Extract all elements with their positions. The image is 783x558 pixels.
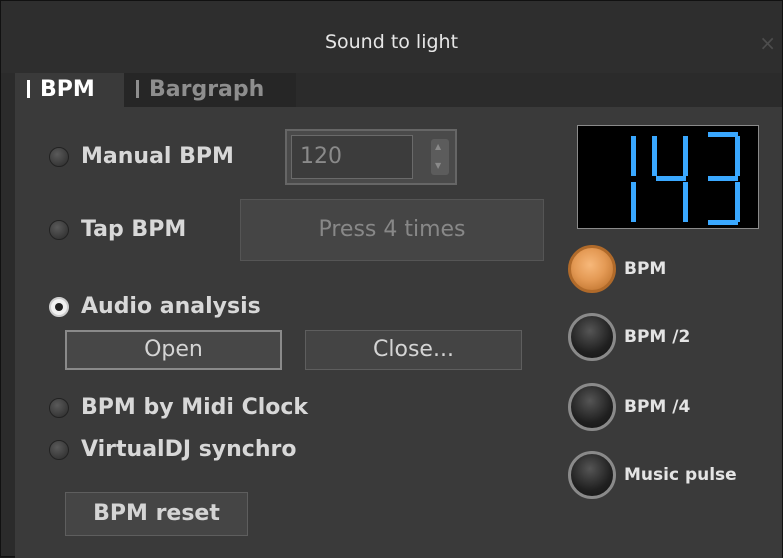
bpm-display [577,125,759,229]
tab-bar: BPM Bargraph [15,73,782,107]
tab-bpm[interactable]: BPM [15,73,124,107]
tab-bargraph[interactable]: Bargraph [124,73,296,107]
display-segment [708,176,738,181]
virtualdj-label: VirtualDJ synchro [81,437,297,462]
tap-bpm-button[interactable]: Press 4 times [240,199,544,261]
open-button[interactable]: Open [65,330,282,370]
midi-clock-option[interactable]: BPM by Midi Clock [49,395,308,420]
virtualdj-option[interactable]: VirtualDJ synchro [49,437,296,462]
manual-bpm-option[interactable]: Manual BPM [49,144,234,169]
midi-clock-label: BPM by Midi Clock [81,395,309,420]
display-segment [631,182,636,222]
window-title: Sound to light [324,31,459,53]
led-bpm-2[interactable]: BPM /2 [568,313,690,361]
display-segment [683,136,688,176]
audio-analysis-radio[interactable] [49,296,69,317]
sound-to-light-window: Sound to light × BPM Bargraph Manual BPM… [0,0,783,558]
led-music-pulse-icon[interactable] [568,451,616,499]
bpm-reset-button[interactable]: BPM reset [65,492,248,536]
display-segment [631,136,636,176]
display-segment [708,132,738,137]
audio-analysis-option[interactable]: Audio analysis [49,294,261,319]
display-segment [652,136,657,176]
tab-bargraph-label: Bargraph [149,77,265,102]
tap-bpm-label: Tap BPM [81,217,187,242]
display-segment [735,182,740,222]
display-segment [735,136,740,176]
spin-arrows-icon[interactable]: ▲ ▼ [431,139,449,175]
tap-bpm-radio[interactable] [49,219,69,240]
close-icon[interactable]: × [759,31,776,55]
bpm-display-digits [631,132,740,225]
tab-marker-icon [27,80,30,98]
led-bpm-label: BPM [624,259,667,279]
manual-bpm-label: Manual BPM [81,144,234,169]
midi-clock-radio[interactable] [49,397,69,418]
virtualdj-radio[interactable] [49,439,69,460]
bpm-panel: Manual BPM 120 ▲ ▼ Tap BPM Press 4 times … [15,107,782,558]
led-bpm-4[interactable]: BPM /4 [568,383,690,431]
led-bpm-icon[interactable] [568,245,616,293]
led-bpm[interactable]: BPM [568,245,666,293]
manual-bpm-radio[interactable] [49,146,69,167]
led-bpm-2-icon[interactable] [568,313,616,361]
led-bpm-4-label: BPM /4 [624,397,691,417]
audio-analysis-label: Audio analysis [81,294,261,319]
manual-bpm-value[interactable]: 120 [291,135,413,179]
title-bar: Sound to light × [1,1,782,73]
led-bpm-4-icon[interactable] [568,383,616,431]
display-segment [656,176,686,181]
tab-marker-icon [136,80,139,98]
led-bpm-2-label: BPM /2 [624,327,691,347]
display-segment [708,220,738,225]
tab-bpm-label: BPM [40,77,95,102]
led-music-pulse-label: Music pulse [624,465,737,485]
close-button[interactable]: Close... [305,330,522,370]
manual-bpm-spinbox[interactable]: 120 ▲ ▼ [285,129,457,185]
display-segment [683,182,688,222]
led-music-pulse[interactable]: Music pulse [568,451,737,499]
tap-bpm-option[interactable]: Tap BPM [49,217,186,242]
